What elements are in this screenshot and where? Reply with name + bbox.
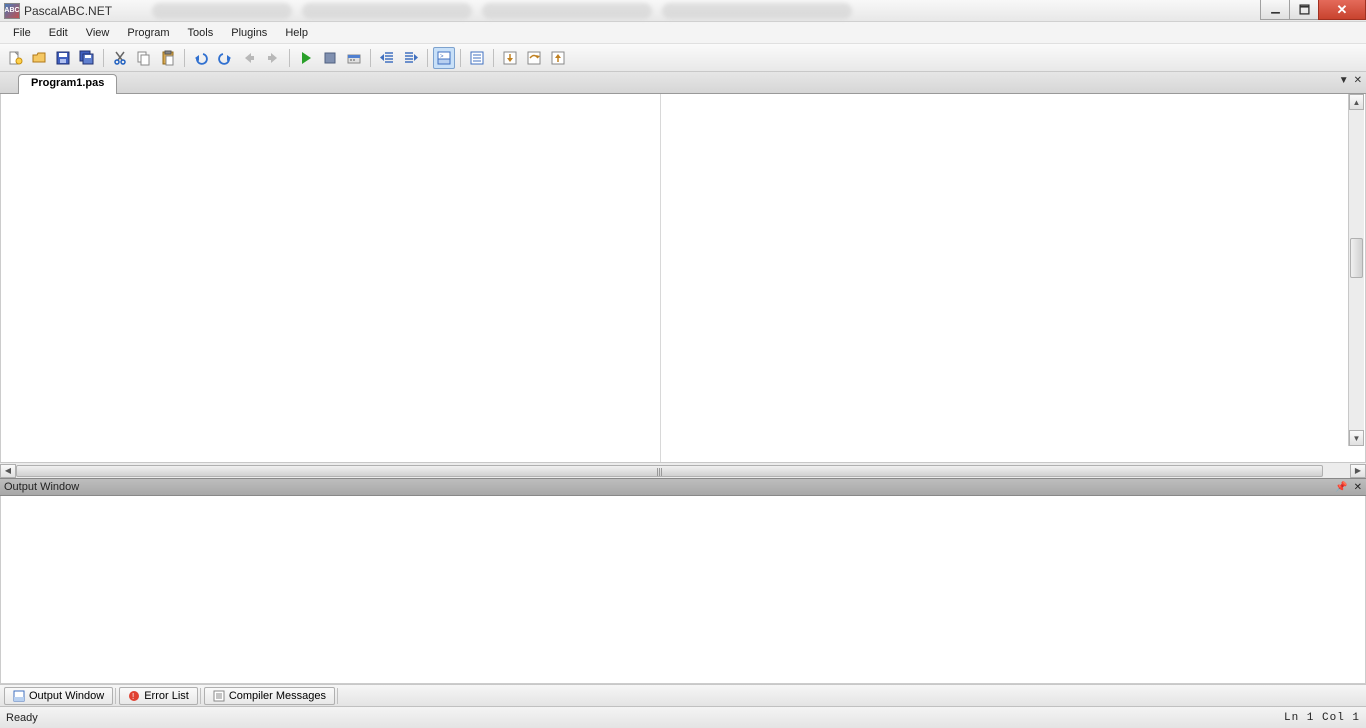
maximize-button[interactable] (1289, 0, 1319, 20)
output-panel-body[interactable] (0, 496, 1366, 684)
tab-dropdown-icon[interactable]: ▼ (1339, 75, 1349, 86)
outdent-button[interactable] (376, 47, 398, 69)
tab-compiler-messages[interactable]: Compiler Messages (204, 687, 335, 705)
output-panel-title: Output Window (4, 481, 79, 493)
menu-program[interactable]: Program (118, 24, 178, 42)
status-bar: Ready Ln 1 Col 1 (0, 706, 1366, 728)
scroll-thumb[interactable] (1350, 238, 1363, 278)
pin-icon[interactable]: 📌 (1335, 482, 1347, 493)
tab-label: Output Window (29, 690, 104, 702)
toggle-panel-button[interactable] (466, 47, 488, 69)
menu-bar: File Edit View Program Tools Plugins Hel… (0, 22, 1366, 44)
open-file-button[interactable] (28, 47, 50, 69)
tab-output-window[interactable]: Output Window (4, 687, 113, 705)
editor-vertical-scrollbar[interactable]: ▲ ▼ (1348, 94, 1364, 446)
status-text: Ready (6, 712, 38, 724)
panel-close-icon[interactable]: ✕ (1354, 482, 1362, 493)
output-window-icon (13, 690, 25, 702)
cursor-position: Ln 1 Col 1 (1284, 712, 1360, 724)
menu-view[interactable]: View (77, 24, 119, 42)
scroll-down-icon[interactable]: ▼ (1349, 430, 1364, 446)
toolbar: >_ (0, 44, 1366, 72)
new-file-button[interactable] (4, 47, 26, 69)
tab-close-icon[interactable]: ✕ (1354, 75, 1362, 86)
menu-plugins[interactable]: Plugins (222, 24, 276, 42)
svg-text:>_: >_ (440, 54, 448, 60)
undo-button[interactable] (190, 47, 212, 69)
save-file-button[interactable] (52, 47, 74, 69)
save-all-button[interactable] (76, 47, 98, 69)
debug-step-over-button[interactable] (523, 47, 545, 69)
run-button[interactable] (295, 47, 317, 69)
scroll-left-icon[interactable]: ◀ (0, 464, 16, 478)
error-list-icon: ! (128, 690, 140, 702)
minimize-button[interactable] (1260, 0, 1290, 20)
print-margin-line (660, 94, 661, 462)
indent-button[interactable] (400, 47, 422, 69)
document-tab-bar: Program1.pas ▼ ✕ (0, 72, 1366, 94)
debug-step-out-button[interactable] (547, 47, 569, 69)
menu-file[interactable]: File (4, 24, 40, 42)
document-tab-active[interactable]: Program1.pas (18, 74, 117, 94)
scroll-up-icon[interactable]: ▲ (1349, 94, 1364, 110)
copy-button[interactable] (133, 47, 155, 69)
debug-step-into-button[interactable] (499, 47, 521, 69)
tab-label: Compiler Messages (229, 690, 326, 702)
title-bar: ABC PascalABC.NET ✕ (0, 0, 1366, 22)
paste-button[interactable] (157, 47, 179, 69)
menu-help[interactable]: Help (276, 24, 317, 42)
redo-button[interactable] (214, 47, 236, 69)
build-button[interactable] (343, 47, 365, 69)
output-panel-header: Output Window 📌 ✕ (0, 478, 1366, 496)
window-controls: ✕ (1261, 0, 1366, 20)
toggle-output-button[interactable]: >_ (433, 47, 455, 69)
nav-back-button[interactable] (238, 47, 260, 69)
svg-text:!: ! (132, 692, 134, 701)
code-editor[interactable]: ▲ ▼ (0, 94, 1366, 462)
window-title: PascalABC.NET (24, 4, 112, 18)
tab-label: Error List (144, 690, 189, 702)
menu-tools[interactable]: Tools (179, 24, 223, 42)
app-icon: ABC (4, 3, 20, 19)
nav-forward-button[interactable] (262, 47, 284, 69)
compiler-messages-icon (213, 690, 225, 702)
tab-error-list[interactable]: ! Error List (119, 687, 198, 705)
stop-button[interactable] (319, 47, 341, 69)
menu-edit[interactable]: Edit (40, 24, 77, 42)
scroll-right-icon[interactable]: ▶ (1350, 464, 1366, 478)
background-tabs (152, 3, 852, 19)
h-scroll-thumb[interactable] (16, 465, 1323, 477)
close-button[interactable]: ✕ (1318, 0, 1366, 20)
editor-area: ▲ ▼ ◀ ▶ (0, 94, 1366, 478)
bottom-tab-bar: Output Window ! Error List Compiler Mess… (0, 684, 1366, 706)
editor-horizontal-scrollbar[interactable]: ◀ ▶ (0, 462, 1366, 478)
cut-button[interactable] (109, 47, 131, 69)
